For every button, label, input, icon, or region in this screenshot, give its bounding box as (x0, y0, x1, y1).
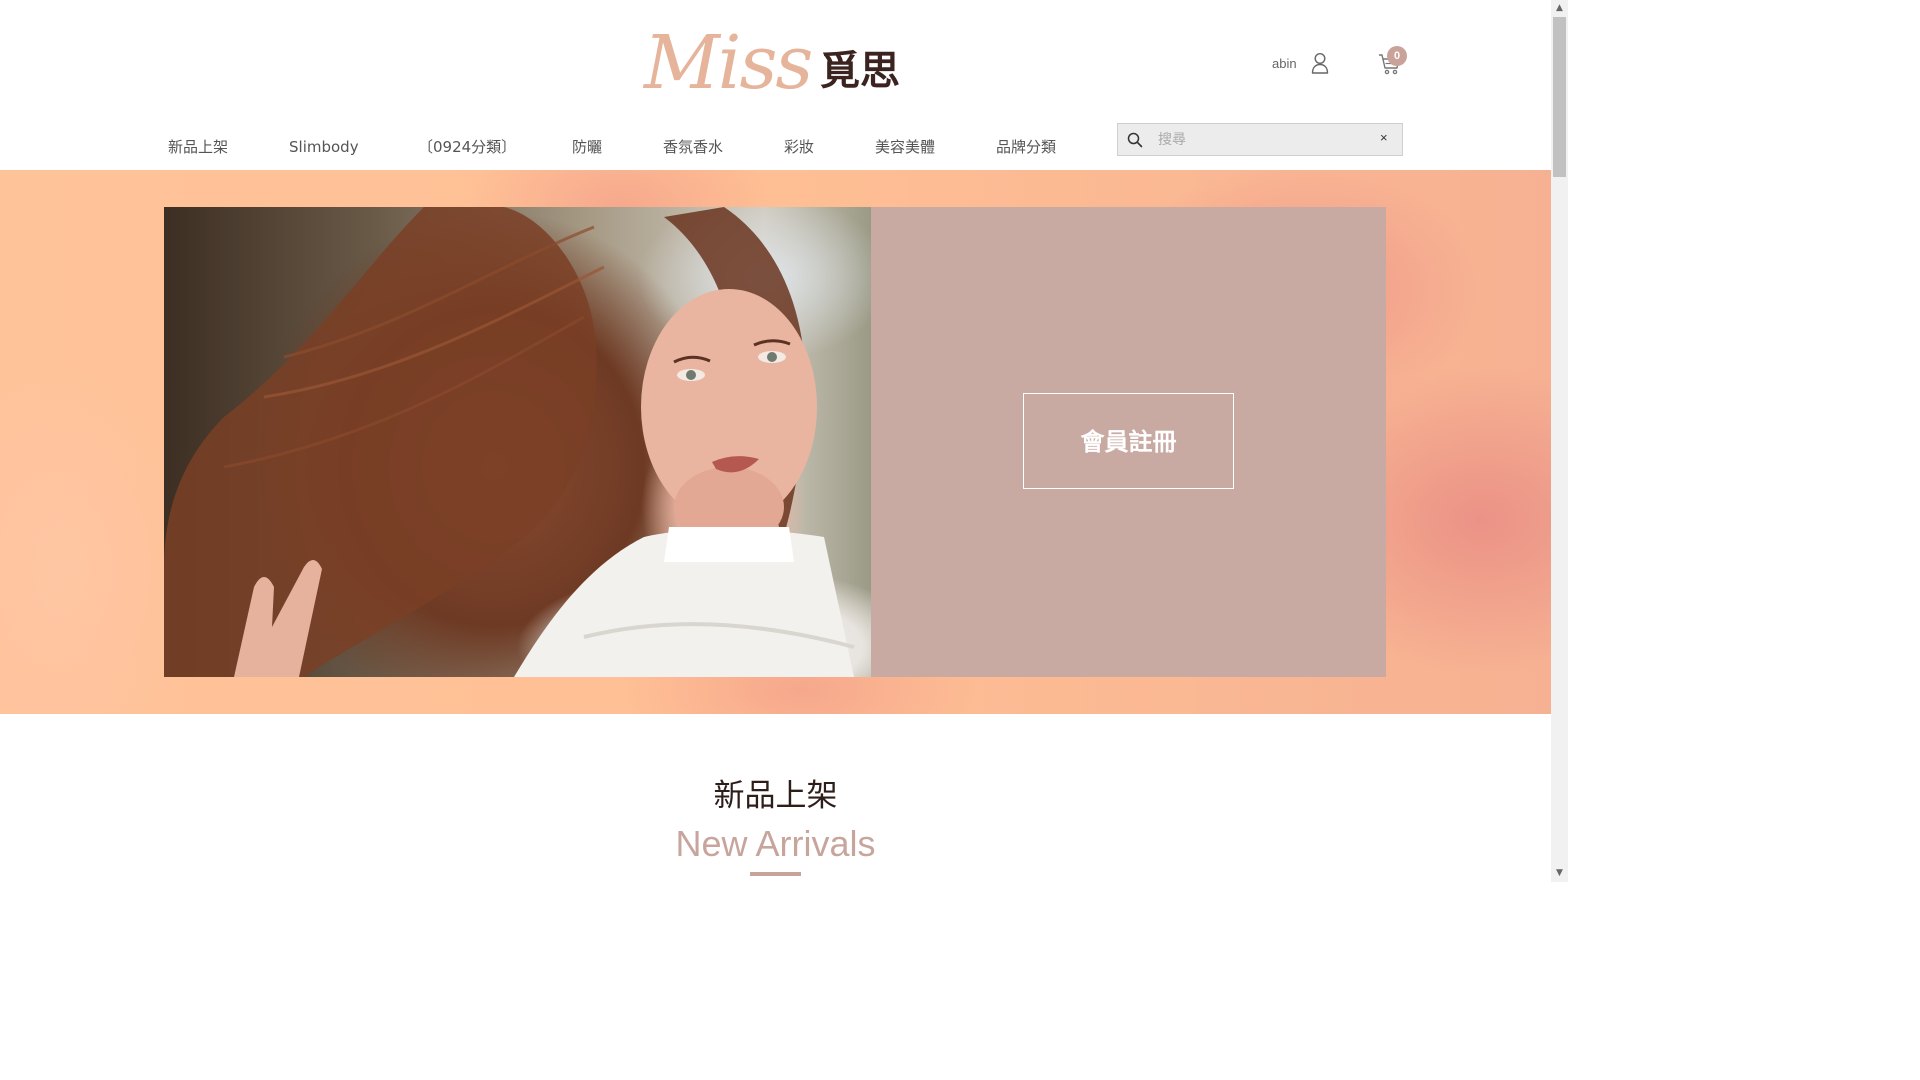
hero-model-photo (164, 207, 871, 677)
section-subtitle: New Arrivals (675, 823, 876, 864)
scroll-up-arrow-icon[interactable]: ▲ (1551, 0, 1568, 17)
member-register-button[interactable]: 會員註冊 (1023, 393, 1234, 489)
page-scrollbar[interactable]: ▲ ▼ (1551, 0, 1568, 882)
nav-item-slimbody[interactable]: Slimbody (289, 130, 359, 164)
hero-photo-illustration (164, 207, 855, 677)
hero-banner: 會員註冊 (0, 170, 1551, 714)
hero-cta-panel: 會員註冊 (871, 207, 1386, 677)
nav-item-beauty-body[interactable]: 美容美體 (875, 130, 935, 164)
nav-item-sunscreen[interactable]: 防曬 (572, 130, 602, 164)
scroll-thumb[interactable] (1553, 17, 1566, 177)
nav-item-brands[interactable]: 品牌分類 (996, 130, 1056, 164)
cart-count-badge: 0 (1387, 46, 1407, 66)
search-box: × (1117, 123, 1403, 156)
user-account[interactable]: abin (1272, 52, 1329, 74)
scroll-down-arrow-icon[interactable]: ▼ (1551, 865, 1568, 882)
site-header: Miss 覓思 abin 0 新品上架 Slimbody 〔0924分類〕 防曬… (0, 0, 1551, 170)
section-title: 新品上架 (713, 778, 838, 814)
logo-cjk-text: 覓思 (820, 47, 900, 94)
section-underline (750, 872, 801, 876)
nav-item-fragrance[interactable]: 香氛香水 (663, 130, 723, 164)
logo-script-text: Miss (644, 20, 813, 106)
search-icon[interactable] (1127, 132, 1143, 148)
nav-item-makeup[interactable]: 彩妝 (784, 130, 814, 164)
user-icon[interactable] (1311, 52, 1329, 74)
site-logo[interactable]: Miss 覓思 (640, 18, 910, 108)
search-clear-icon[interactable]: × (1380, 130, 1388, 145)
nav-item-new-arrivals[interactable]: 新品上架 (168, 130, 228, 164)
nav-item-0924-category[interactable]: 〔0924分類〕 (418, 130, 516, 164)
user-name[interactable]: abin (1272, 56, 1297, 71)
search-input[interactable] (1156, 128, 1380, 152)
